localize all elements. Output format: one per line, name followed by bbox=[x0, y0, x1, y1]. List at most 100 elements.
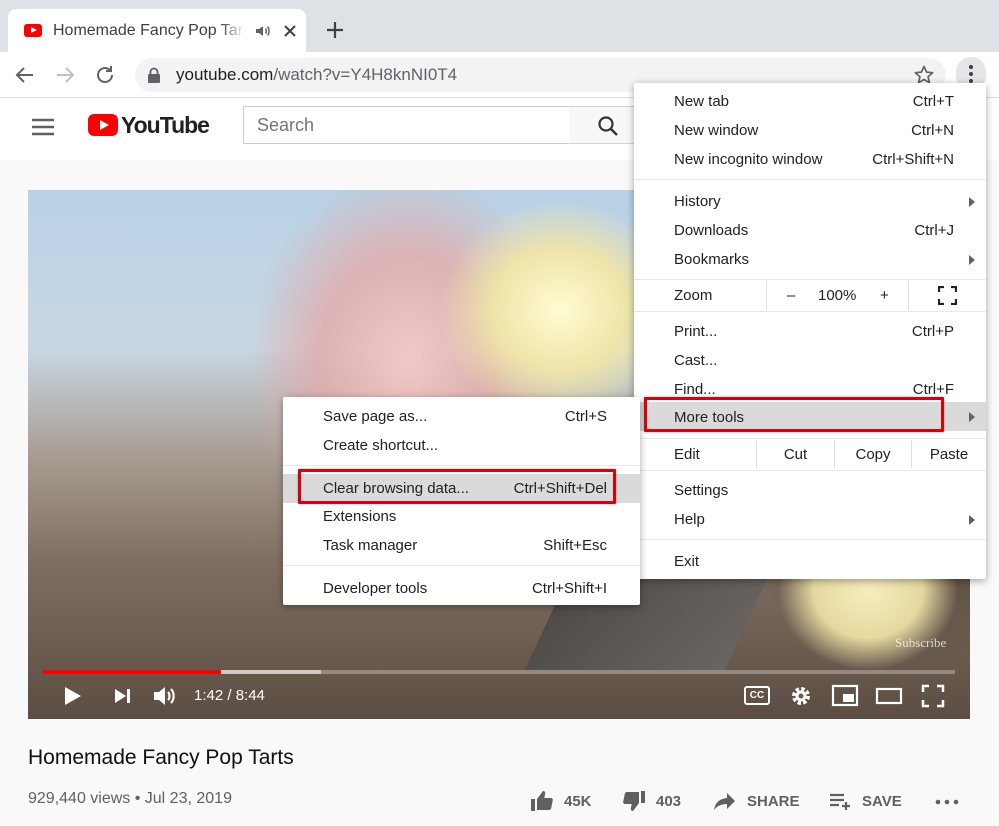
menu-item-label: New window bbox=[674, 122, 759, 139]
tab-title: Homemade Fancy Pop Tarts bbox=[53, 22, 245, 40]
back-arrow-icon[interactable] bbox=[13, 63, 37, 87]
youtube-logo-icon[interactable] bbox=[88, 114, 118, 136]
menu-item-print[interactable]: Print... Ctrl+P bbox=[634, 317, 986, 346]
fullscreen-menu-button[interactable] bbox=[908, 281, 986, 310]
more-actions-icon[interactable] bbox=[934, 794, 960, 810]
search-input[interactable] bbox=[244, 107, 569, 143]
submenu-item-extensions[interactable]: Extensions bbox=[283, 502, 640, 531]
like-button[interactable]: 45K bbox=[530, 789, 600, 813]
submenu-arrow-icon bbox=[969, 255, 975, 265]
share-arrow-icon bbox=[714, 793, 735, 810]
search-field-container[interactable] bbox=[243, 106, 570, 144]
menu-item-help[interactable]: Help bbox=[634, 505, 986, 534]
youtube-logo-text[interactable]: YouTube bbox=[121, 112, 210, 139]
fullscreen-icon bbox=[938, 286, 957, 305]
cut-button[interactable]: Cut bbox=[756, 440, 834, 469]
menu-item-label: New incognito window bbox=[674, 151, 823, 168]
menu-item-downloads[interactable]: Downloads Ctrl+J bbox=[634, 216, 986, 245]
settings-gear-icon[interactable] bbox=[787, 682, 815, 710]
paste-button[interactable]: Paste bbox=[911, 440, 986, 469]
menu-item-label: History bbox=[674, 193, 721, 210]
video-title: Homemade Fancy Pop Tarts bbox=[28, 746, 294, 769]
captions-button[interactable]: CC bbox=[744, 686, 770, 705]
playlist-add-icon bbox=[830, 793, 850, 810]
menu-item-label: Help bbox=[674, 511, 705, 528]
thumbs-up-icon bbox=[531, 791, 553, 811]
menu-separator bbox=[634, 279, 986, 280]
menu-item-cast[interactable]: Cast... bbox=[634, 346, 986, 375]
subscribe-watermark[interactable]: Subscribe bbox=[895, 635, 946, 651]
theater-mode-icon[interactable] bbox=[875, 682, 903, 710]
menu-item-new-tab[interactable]: New tab Ctrl+T bbox=[634, 87, 986, 116]
menu-item-shortcut: Ctrl+P bbox=[911, 323, 954, 340]
dislike-button[interactable]: 403 bbox=[622, 789, 692, 813]
progress-played bbox=[43, 670, 221, 674]
video-views-date: 929,440 views • Jul 23, 2019 bbox=[28, 790, 232, 807]
menu-item-label: Print... bbox=[674, 323, 718, 340]
miniplayer-icon[interactable] bbox=[831, 682, 859, 710]
menu-item-shortcut: Ctrl+Shift+N bbox=[872, 151, 954, 168]
menu-item-settings[interactable]: Settings bbox=[634, 476, 986, 505]
submenu-item-developer-tools[interactable]: Developer tools Ctrl+Shift+I bbox=[283, 574, 640, 603]
close-tab-icon[interactable] bbox=[279, 20, 301, 42]
menu-item-shortcut: Ctrl+N bbox=[911, 122, 954, 139]
share-button[interactable]: SHARE bbox=[713, 789, 803, 813]
submenu-separator bbox=[283, 465, 640, 466]
menu-item-shortcut: Ctrl+J bbox=[914, 222, 954, 239]
submenu-item-create-shortcut[interactable]: Create shortcut... bbox=[283, 431, 640, 460]
submenu-arrow-icon bbox=[969, 197, 975, 207]
menu-item-label: Bookmarks bbox=[674, 251, 750, 268]
submenu-item-label: Task manager bbox=[323, 537, 418, 554]
menu-item-bookmarks[interactable]: Bookmarks bbox=[634, 245, 986, 274]
menu-item-label: Find... bbox=[674, 381, 716, 398]
menu-item-more-tools[interactable]: More tools bbox=[634, 402, 986, 431]
menu-item-label: More tools bbox=[674, 409, 745, 426]
url-text: youtube.com/watch?v=Y4H8knNI0T4 bbox=[176, 65, 458, 84]
reload-icon[interactable] bbox=[93, 63, 117, 87]
menu-item-label: Zoom bbox=[674, 287, 713, 304]
submenu-item-task-manager[interactable]: Task manager Shift+Esc bbox=[283, 531, 640, 560]
new-tab-plus-icon[interactable] bbox=[323, 18, 347, 42]
submenu-item-shortcut: Ctrl+Shift+Del bbox=[513, 480, 607, 497]
fullscreen-icon[interactable] bbox=[919, 682, 947, 710]
menu-item-label: Settings bbox=[674, 482, 729, 499]
menu-item-label: New tab bbox=[674, 93, 730, 110]
zoom-controls: – 100% + bbox=[766, 281, 908, 310]
submenu-item-shortcut: Shift+Esc bbox=[543, 537, 607, 554]
submenu-separator bbox=[283, 565, 640, 566]
submenu-arrow-icon bbox=[969, 515, 975, 525]
menu-item-shortcut: Ctrl+F bbox=[912, 381, 954, 398]
thumbs-down-icon bbox=[623, 791, 645, 811]
submenu-item-label: Developer tools bbox=[323, 580, 428, 597]
time-display: 1:42 / 8:44 bbox=[194, 687, 265, 704]
speaker-icon[interactable] bbox=[253, 21, 273, 41]
submenu-item-shortcut: Ctrl+S bbox=[564, 408, 607, 425]
hamburger-menu-icon[interactable] bbox=[31, 117, 55, 137]
zoom-in-button[interactable]: + bbox=[880, 287, 889, 304]
search-button[interactable] bbox=[569, 106, 635, 144]
submenu-item-save-page-as[interactable]: Save page as... Ctrl+S bbox=[283, 402, 640, 431]
menu-item-new-incognito-window[interactable]: New incognito window Ctrl+Shift+N bbox=[634, 145, 986, 174]
save-button[interactable]: SAVE bbox=[828, 789, 908, 813]
play-icon[interactable] bbox=[58, 682, 86, 710]
menu-item-new-window[interactable]: New window Ctrl+N bbox=[634, 116, 986, 145]
menu-separator bbox=[634, 179, 986, 180]
volume-icon[interactable] bbox=[151, 682, 179, 710]
forward-arrow-icon[interactable] bbox=[53, 63, 77, 87]
submenu-item-label: Create shortcut... bbox=[323, 437, 439, 454]
submenu-item-clear-browsing-data[interactable]: Clear browsing data... Ctrl+Shift+Del bbox=[283, 474, 640, 503]
next-video-icon[interactable] bbox=[108, 682, 136, 710]
menu-item-label: Edit bbox=[674, 446, 700, 463]
menu-item-find[interactable]: Find... Ctrl+F bbox=[634, 375, 986, 404]
menu-item-exit[interactable]: Exit bbox=[634, 547, 986, 576]
lock-icon[interactable] bbox=[147, 67, 161, 83]
menu-separator bbox=[634, 438, 986, 439]
zoom-level: 100% bbox=[818, 287, 857, 304]
copy-button[interactable]: Copy bbox=[834, 440, 911, 469]
browser-tab[interactable]: Homemade Fancy Pop Tarts bbox=[8, 9, 306, 52]
zoom-out-button[interactable]: – bbox=[787, 287, 795, 304]
menu-item-history[interactable]: History bbox=[634, 187, 986, 216]
menu-item-label: Cast... bbox=[674, 352, 718, 369]
progress-bar[interactable] bbox=[43, 670, 955, 674]
dislike-count: 403 bbox=[656, 793, 682, 810]
